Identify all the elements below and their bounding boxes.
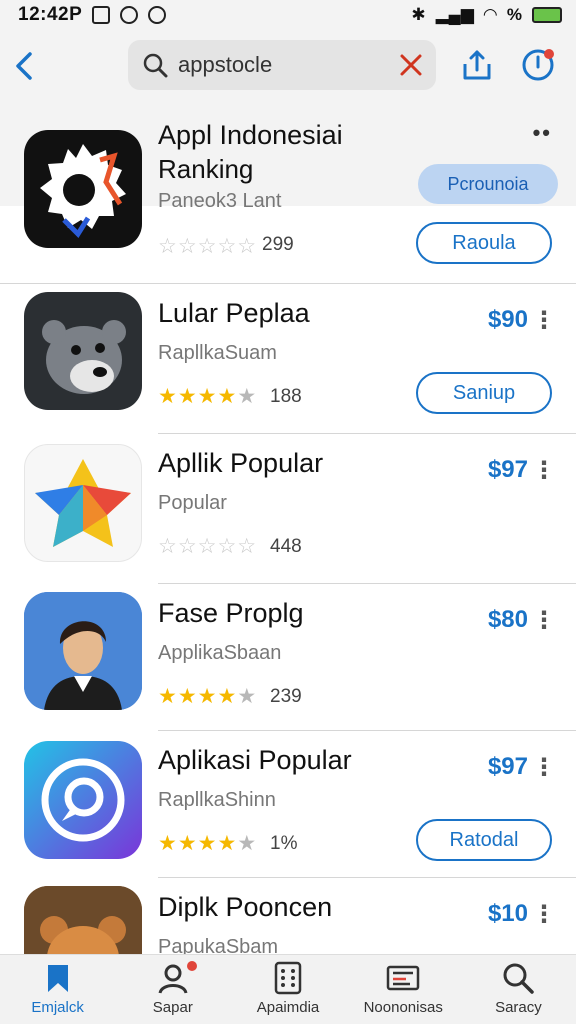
app-icon: [24, 292, 142, 410]
app-price: $90: [487, 306, 528, 333]
rating-count: 1%: [270, 833, 298, 854]
list-item[interactable]: Apllik Popular Popular $97 ⋮ ☆☆☆☆☆ 448: [0, 434, 576, 584]
featured-app-row[interactable]: Appl Indonesiai Ranking Paneok3 Lant •• …: [0, 106, 576, 284]
app-price: $80: [487, 606, 528, 633]
more-options-button[interactable]: ⋮: [532, 306, 556, 335]
app-icon: [24, 592, 142, 710]
rating-count: 448: [270, 536, 302, 557]
share-button[interactable]: [460, 48, 494, 84]
battery-icon: [532, 7, 562, 23]
app-price: $97: [487, 456, 528, 483]
notification-badge: [186, 961, 197, 971]
search-input[interactable]: [178, 52, 378, 78]
tab-sapar[interactable]: Sapar: [115, 955, 230, 1024]
notification-icon: [92, 6, 111, 24]
app-action-button[interactable]: Raoula: [416, 222, 552, 264]
gear-icon: [40, 144, 126, 238]
tab-saracy[interactable]: Saracy: [461, 955, 576, 1024]
more-options-button[interactable]: ⋮: [532, 606, 556, 635]
more-options-button[interactable]: ⋮: [532, 753, 556, 782]
star-logo-icon: [35, 459, 131, 547]
tab-label: Apaimdia: [256, 999, 320, 1016]
portrait-icon: [24, 592, 142, 710]
update-button[interactable]: [520, 46, 556, 82]
back-button[interactable]: [10, 48, 40, 84]
rating-count: 239: [270, 686, 302, 707]
app-action-button[interactable]: Saniup: [416, 372, 552, 414]
app-icon: [24, 741, 142, 859]
app-icon: [24, 886, 142, 954]
bookmark-icon: [47, 965, 68, 992]
battery-percent: %: [506, 5, 522, 24]
star-rating: ★★★★★: [158, 832, 258, 855]
app-subtitle: Ranking: [158, 154, 254, 184]
tab-label: Emjalck: [31, 999, 84, 1016]
app-subtitle: ApplikaSbaan: [158, 642, 282, 664]
app-title: Fase Proplg: [158, 598, 304, 628]
star-rating: ★★★★★: [158, 385, 258, 408]
clear-search-button[interactable]: [398, 52, 424, 78]
app-title: Lular Peplaa: [158, 298, 310, 328]
list-item[interactable]: Lular Peplaa RapllkaSuam $90 ⋮ ★★★★★ 188…: [0, 284, 576, 434]
sync-icon: [148, 6, 167, 24]
tab-emjalck[interactable]: Emjalck: [0, 955, 115, 1024]
bear-cub-icon: [24, 886, 142, 954]
app-subtitle: RapllkaSuam: [158, 342, 277, 364]
list-item[interactable]: Diplk Pooncen PapukaSbam $10 ⋮: [0, 878, 576, 954]
share-icon: [463, 50, 491, 80]
app-list: Appl Indonesiai Ranking Paneok3 Lant •• …: [0, 106, 576, 954]
featured-top-button[interactable]: Pcrounoia: [418, 164, 558, 204]
app-action-button[interactable]: Ratodal: [416, 819, 552, 861]
app-title: Diplk Pooncen: [158, 892, 333, 922]
star-rating: ★★★★★: [158, 685, 258, 708]
search-icon: [503, 963, 535, 994]
more-options-button[interactable]: ⋮: [532, 456, 556, 485]
app-price: $10: [487, 900, 528, 927]
status-time: 12:42P: [18, 4, 83, 25]
bear-icon: [42, 320, 126, 394]
signal-icon: ▂▄▆: [435, 5, 474, 24]
star-rating: ☆☆☆☆☆: [158, 235, 258, 258]
app-subtitle: PapukaSbam: [158, 936, 279, 954]
wifi-icon: ◠: [483, 5, 497, 24]
app-title: Aplikasi Popular: [158, 745, 352, 775]
close-icon: [400, 54, 422, 76]
app-price: $97: [487, 753, 528, 780]
news-icon: [386, 965, 420, 991]
person-icon: [158, 964, 188, 994]
tab-label: Saracy: [495, 999, 542, 1016]
app-subtitle: RapllkaShinn: [158, 789, 276, 811]
app-subtitle: Popular: [158, 492, 227, 514]
tab-label: Noononisas: [363, 999, 443, 1016]
tab-label: Sapar: [152, 999, 193, 1016]
header: [0, 30, 576, 106]
tab-apaimdia[interactable]: Apaimdia: [230, 955, 345, 1024]
more-options-button[interactable]: ••: [533, 120, 552, 146]
grid-icon: [274, 961, 302, 995]
tab-noononisas[interactable]: Noononisas: [346, 955, 461, 1024]
settings-icon: [120, 6, 139, 24]
update-icon: [522, 49, 554, 81]
chevron-left-icon: [16, 52, 32, 80]
more-options-button[interactable]: ⋮: [532, 900, 556, 929]
star-rating: ☆☆☆☆☆: [158, 535, 258, 558]
app-icon: [24, 130, 142, 248]
chat-bubble-icon: [24, 741, 142, 859]
app-icon: [24, 444, 142, 562]
app-title: Appl Indonesiai: [158, 120, 343, 150]
list-item[interactable]: Aplikasi Popular RapllkaShinn $97 ⋮ ★★★★…: [0, 731, 576, 881]
rating-count: 188: [270, 386, 302, 407]
status-bar: 12:42P ✱ ▂▄▆ ◠ %: [0, 0, 576, 30]
app-title: Apllik Popular: [158, 448, 324, 478]
bluetooth-icon: ✱: [411, 5, 426, 24]
search-icon: [143, 53, 168, 78]
bottom-tab-bar: Emjalck Sapar Apaimdia Noononisas Saracy: [0, 954, 576, 1024]
app-developer: Paneok3 Lant: [158, 190, 282, 212]
search-box[interactable]: [128, 40, 436, 90]
rating-count: 299: [262, 234, 294, 255]
list-item[interactable]: Fase Proplg ApplikaSbaan $80 ⋮ ★★★★★ 239: [0, 584, 576, 734]
